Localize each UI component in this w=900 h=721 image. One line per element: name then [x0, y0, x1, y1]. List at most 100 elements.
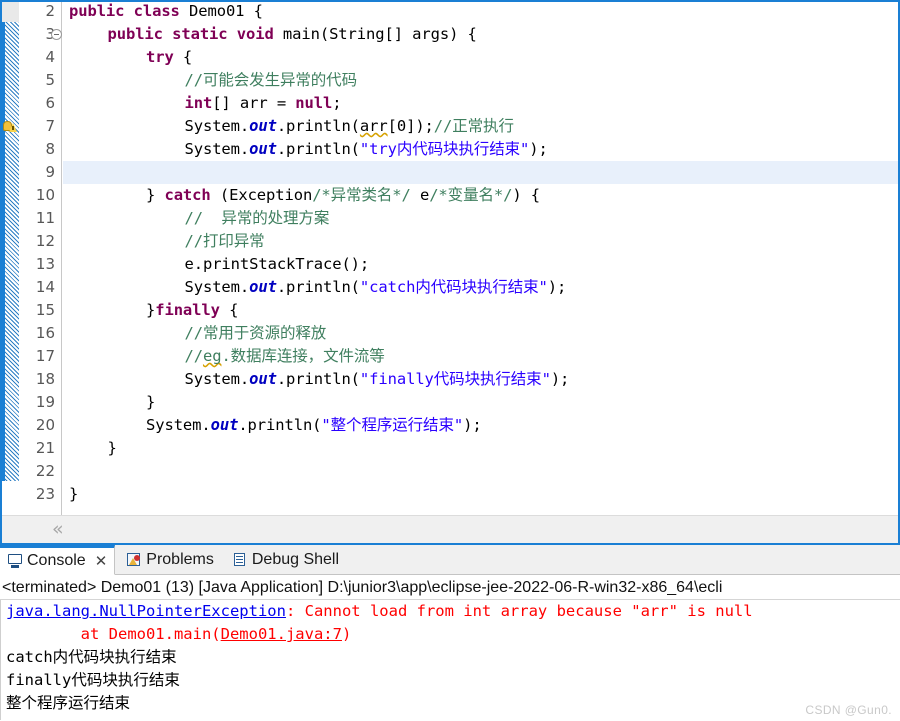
code-token: );: [551, 370, 569, 388]
code-token: {: [174, 48, 192, 66]
annotation-ruler-edge: [2, 22, 5, 481]
console-stdout-text: catch内代码块执行结束: [6, 648, 177, 666]
code-token: out: [211, 416, 239, 434]
code-token: finally: [155, 301, 220, 319]
scroll-left-chevron-icon[interactable]: «: [52, 520, 64, 539]
line-number: 11: [17, 207, 55, 230]
line-number: 20: [17, 414, 55, 437]
code-line[interactable]: //可能会发生异常的代码: [63, 69, 898, 92]
tab-debug-shell[interactable]: Debug Shell: [225, 545, 346, 575]
code-line[interactable]: //常用于资源的释放: [63, 322, 898, 345]
code-token: System.: [185, 117, 250, 135]
code-token: "finally代码块执行结束": [360, 370, 551, 388]
editor-horizontal-scrollbar[interactable]: «: [2, 515, 898, 543]
code-token: }: [146, 186, 164, 204]
tab-label: Console: [27, 552, 86, 570]
code-line[interactable]: System.out.println("try内代码块执行结束");: [63, 138, 898, 161]
line-number: 4: [17, 46, 55, 69]
code-line[interactable]: System.out.println(arr[0]);//正常执行: [63, 115, 898, 138]
line-number: 9: [17, 161, 55, 184]
line-number: 23: [17, 483, 55, 506]
code-token: public class: [69, 2, 189, 20]
console-left-rule: [0, 600, 1, 720]
line-number: 19: [17, 391, 55, 414]
console-line: finally代码块执行结束: [2, 669, 900, 692]
code-token: e: [411, 186, 429, 204]
code-line[interactable]: }: [63, 391, 898, 414]
code-line[interactable]: e.printStackTrace();: [63, 253, 898, 276]
debug-shell-icon: [232, 552, 248, 568]
code-token: int: [185, 94, 213, 112]
code-token: (Exception: [211, 186, 313, 204]
code-token: );: [548, 278, 566, 296]
code-token: null: [295, 94, 332, 112]
tab-label: Debug Shell: [252, 551, 339, 569]
line-number: 3: [17, 23, 55, 46]
console-output-area[interactable]: java.lang.NullPointerException: Cannot l…: [0, 600, 900, 720]
code-line[interactable]: System.out.println("finally代码块执行结束");: [63, 368, 898, 391]
exception-link[interactable]: java.lang.NullPointerException: [6, 602, 286, 620]
code-line[interactable]: System.out.println("catch内代码块执行结束");: [63, 276, 898, 299]
java-editor-panel: 234567891011121314151617181920212223 pub…: [0, 0, 900, 545]
console-tabbar: Console ✕ Problems Debug Shell: [0, 545, 900, 575]
code-line[interactable]: [63, 460, 898, 483]
code-token: .println(: [277, 278, 360, 296]
line-number: 7: [17, 115, 55, 138]
code-line[interactable]: }finally {: [63, 299, 898, 322]
line-number: 17: [17, 345, 55, 368]
tab-label: Problems: [146, 551, 214, 569]
line-number: 14: [17, 276, 55, 299]
console-line: catch内代码块执行结束: [2, 646, 900, 669]
line-number-ruler: 234567891011121314151617181920212223: [19, 2, 62, 515]
code-token: out: [249, 278, 277, 296]
fold-collapse-icon[interactable]: [51, 29, 62, 40]
code-line[interactable]: public static void main(String[] args) {: [63, 23, 898, 46]
line-number: 6: [17, 92, 55, 115]
stacktrace-link[interactable]: Demo01.java:7: [221, 625, 342, 643]
console-dock: Console✕ProblemsDebug Shell <terminated>…: [0, 545, 900, 721]
line-number: 16: [17, 322, 55, 345]
code-line[interactable]: [63, 161, 898, 184]
line-number: 5: [17, 69, 55, 92]
code-line[interactable]: //打印异常: [63, 230, 898, 253]
code-token: .println(: [277, 370, 360, 388]
code-token: System.: [185, 370, 250, 388]
editor-body[interactable]: 234567891011121314151617181920212223 pub…: [2, 2, 898, 515]
code-line[interactable]: public class Demo01 {: [63, 2, 898, 23]
code-token: out: [249, 140, 277, 158]
code-token: Demo01 {: [189, 2, 263, 20]
line-number: 22: [17, 460, 55, 483]
code-line[interactable]: System.out.println("整个程序运行结束");: [63, 414, 898, 437]
code-token: {: [220, 301, 238, 319]
code-token: // 异常的处理方案: [185, 209, 330, 227]
code-token: arr: [360, 117, 388, 135]
code-token: System.: [185, 278, 250, 296]
code-token: e.printStackTrace();: [185, 255, 370, 273]
code-line[interactable]: //eg.数据库连接，文件流等: [63, 345, 898, 368]
code-line[interactable]: int[] arr = null;: [63, 92, 898, 115]
line-number: 21: [17, 437, 55, 460]
code-token: .数据库连接，文件流等: [221, 347, 384, 365]
code-text-area[interactable]: public class Demo01 {public static void …: [63, 2, 898, 515]
tab-problems[interactable]: Problems: [119, 545, 221, 575]
code-token: out: [249, 117, 277, 135]
csdn-watermark: CSDN @Gun0.: [805, 703, 892, 717]
code-line[interactable]: } catch (Exception/*异常类名*/ e/*变量名*/) {: [63, 184, 898, 207]
warning-quickfix-icon[interactable]: [3, 119, 18, 134]
code-token: eg: [203, 347, 221, 365]
code-token: [0]);: [388, 117, 434, 135]
code-line[interactable]: try {: [63, 46, 898, 69]
line-number: 12: [17, 230, 55, 253]
code-line[interactable]: }: [63, 437, 898, 460]
code-token: );: [529, 140, 547, 158]
code-token: }: [69, 485, 78, 503]
code-token: ;: [332, 94, 341, 112]
code-token: //正常执行: [434, 117, 514, 135]
tab-console[interactable]: Console ✕: [0, 545, 115, 575]
code-token: }: [146, 393, 155, 411]
console-stdout-text: 整个程序运行结束: [6, 694, 130, 712]
close-tab-icon[interactable]: ✕: [95, 552, 108, 570]
console-error-text: at Demo01.main(: [6, 625, 221, 643]
code-line[interactable]: // 异常的处理方案: [63, 207, 898, 230]
code-line[interactable]: }: [63, 483, 898, 506]
